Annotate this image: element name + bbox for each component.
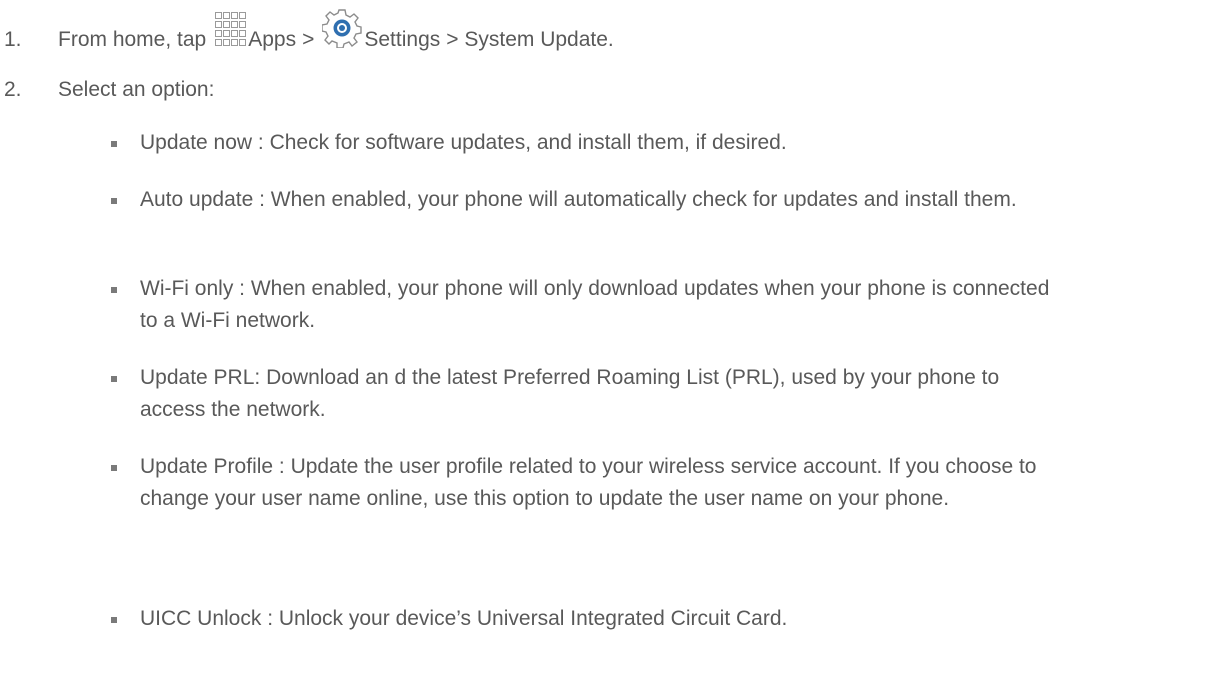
step-text-suffix: > System Update. (446, 28, 614, 51)
bullet-icon (111, 287, 117, 293)
apps-grid-icon (214, 11, 247, 55)
settings-gear-icon (321, 8, 363, 54)
bullet-icon (111, 376, 117, 382)
step-text-prefix: From home, tap (58, 28, 207, 51)
bullet-icon (111, 198, 117, 204)
step-2: 2. Select an option: (0, 72, 214, 108)
step-number: 1. (4, 28, 22, 51)
settings-label: Settings (364, 28, 441, 51)
bullet-icon (111, 141, 117, 147)
separator: > (302, 28, 315, 51)
step-1: 1. From home, tap Apps > Settings > Syst… (0, 9, 614, 58)
bullet-icon (111, 465, 117, 471)
bullet-icon (111, 617, 117, 623)
apps-label: Apps (248, 28, 297, 51)
step-number: 2. (4, 78, 22, 101)
option-text: Update now : Check for software updates,… (140, 131, 787, 154)
option-text: Update PRL: Download an d the latest Pre… (140, 366, 1000, 421)
option-text: UICC Unlock : Unlock your device’s Unive… (140, 607, 788, 630)
option-text: Update Profile : Update the user profile… (140, 455, 1037, 510)
step-text: Select an option: (58, 78, 215, 101)
option-text: Auto update : When enabled, your phone w… (140, 188, 1017, 211)
option-text: Wi-Fi only : When enabled, your phone wi… (140, 277, 1050, 332)
